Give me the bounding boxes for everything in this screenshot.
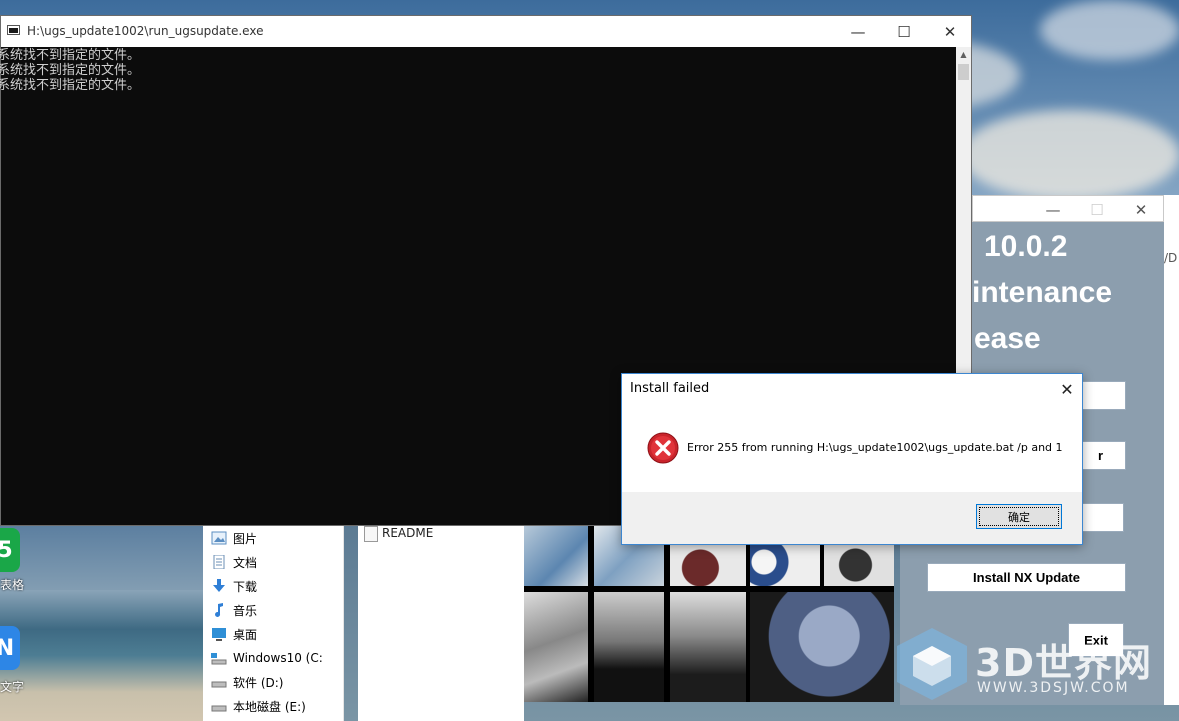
nav-item-label: Windows10 (C:	[233, 651, 323, 665]
desktop-shortcut-label: 文字	[0, 680, 25, 694]
wallpaper-cloud	[1040, 0, 1179, 60]
nav-item-downloads[interactable]: 下载	[213, 575, 258, 597]
explorer-file-list: README	[358, 526, 524, 721]
console-close-button[interactable]: ✕	[927, 16, 973, 47]
drive-icon	[211, 705, 227, 712]
console-titlebar: H:\ugs_update1002\run_ugsupdate.exe — ☐ …	[1, 16, 971, 47]
pictures-icon	[211, 531, 227, 545]
nav-item-label: 音乐	[233, 603, 258, 618]
desktop-shortcut-spreadsheet[interactable]: 5	[0, 528, 20, 572]
dialog-footer: 确定	[622, 492, 1082, 544]
launcher-title-version: 10.0.2	[984, 230, 1068, 263]
nav-item-label: 软件 (D:)	[233, 675, 284, 690]
launcher-side-strip: /D	[1164, 195, 1179, 705]
explorer-navigation-pane: 图片 文档 下载 音乐 桌面 Windows10 (C: 软件 (D:) 本地磁…	[203, 526, 344, 721]
console-line: 系统找不到指定的文件。	[0, 78, 141, 93]
clipped-text: /D	[1164, 251, 1178, 265]
dialog-message: Error 255 from running H:\ugs_update1002…	[687, 441, 1063, 454]
console-app-icon	[7, 25, 20, 35]
install-failed-dialog: Install failed ✕ Error 255 from running …	[621, 373, 1083, 545]
desktop-shortcut-label: 表格	[0, 578, 25, 592]
console-line: 系统找不到指定的文件。	[0, 48, 141, 63]
scrollbar-thumb[interactable]	[958, 64, 969, 80]
console-output: 系统找不到指定的文件。 系统找不到指定的文件。 系统找不到指定的文件。	[0, 48, 140, 93]
drive-icon	[211, 681, 227, 688]
dialog-title: Install failed	[630, 381, 710, 396]
launcher-title-maintenance: intenance	[972, 276, 1113, 309]
drive-icon	[211, 653, 227, 665]
launcher-titlebar: — ☐ ✕	[972, 195, 1164, 222]
collage-tile-engine	[524, 592, 588, 702]
nav-item-label: 桌面	[233, 627, 258, 642]
nav-item-drive-d[interactable]: 软件 (D:)	[211, 671, 284, 693]
file-name: README	[382, 526, 434, 540]
exit-button[interactable]: Exit	[1068, 623, 1124, 657]
text-file-icon	[364, 526, 378, 542]
console-line: 系统找不到指定的文件。	[0, 63, 141, 78]
launcher-maximize-button[interactable]: ☐	[1075, 196, 1119, 223]
desktop-shortcut-writer[interactable]: N	[0, 626, 20, 670]
collage-tile-audience	[750, 592, 894, 702]
music-icon	[215, 603, 223, 617]
launcher-close-button[interactable]: ✕	[1119, 196, 1163, 223]
nx-product-image-collage	[524, 526, 894, 702]
nav-item-pictures[interactable]: 图片	[211, 527, 258, 549]
nav-item-label: 文档	[233, 555, 258, 570]
nav-item-label: 本地磁盘 (E:)	[233, 699, 306, 714]
nav-item-label: 下载	[233, 579, 258, 594]
console-minimize-button[interactable]: —	[835, 16, 881, 47]
wallpaper-sky	[0, 526, 210, 596]
collage-tile-cad-assembly	[524, 526, 588, 586]
download-icon	[213, 579, 225, 592]
dialog-close-button[interactable]: ✕	[1052, 374, 1082, 404]
nav-item-documents[interactable]: 文档	[213, 551, 258, 573]
wallpaper-sea	[0, 590, 210, 721]
nav-item-label: 图片	[233, 531, 258, 546]
console-maximize-button[interactable]: ☐	[881, 16, 927, 47]
console-window-title: H:\ugs_update1002\run_ugsupdate.exe	[27, 24, 264, 38]
error-icon	[647, 432, 679, 464]
nav-item-drive-e[interactable]: 本地磁盘 (E:)	[211, 695, 306, 717]
wallpaper-cloud	[960, 110, 1179, 200]
scroll-up-arrow-icon[interactable]: ▲	[956, 47, 971, 62]
file-readme[interactable]: README	[364, 524, 434, 542]
launcher-title-release: ease	[974, 322, 1041, 355]
collage-tile-audience	[594, 592, 664, 702]
documents-icon	[213, 555, 225, 569]
nav-item-desktop[interactable]: 桌面	[212, 623, 258, 645]
install-nx-update-button[interactable]: Install NX Update	[927, 563, 1126, 592]
launcher-minimize-button[interactable]: —	[1031, 196, 1075, 223]
collage-tile-audience	[670, 592, 746, 702]
ok-button[interactable]: 确定	[976, 504, 1062, 529]
desktop-icon	[212, 628, 226, 641]
nav-item-music[interactable]: 音乐	[215, 599, 258, 621]
nav-item-drive-c[interactable]: Windows10 (C:	[211, 647, 323, 669]
